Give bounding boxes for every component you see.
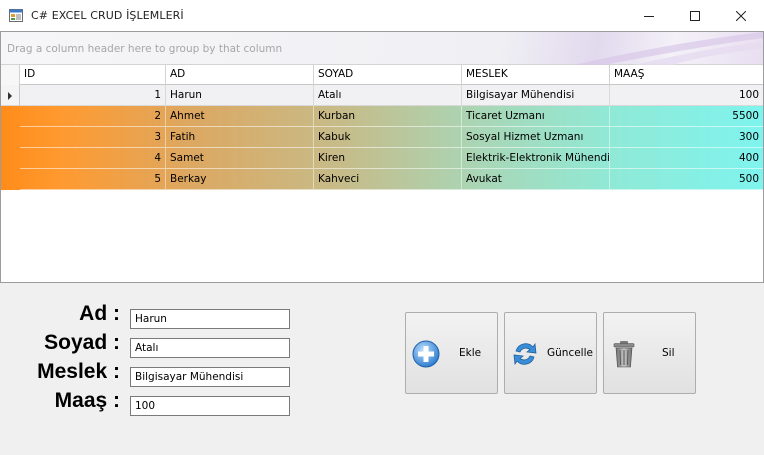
group-panel-hint: Drag a column header here to group by th… bbox=[7, 43, 283, 55]
cell-maas[interactable]: 400 bbox=[610, 148, 763, 169]
maximize-icon bbox=[690, 10, 700, 21]
column-header-soyad[interactable]: SOYAD bbox=[314, 65, 462, 85]
cell-maas[interactable]: 5500 bbox=[610, 106, 763, 127]
decorative-swoosh-icon bbox=[573, 32, 763, 65]
cell-soyad[interactable]: Kabuk bbox=[314, 127, 462, 148]
add-button[interactable]: Ekle bbox=[405, 312, 498, 394]
close-button[interactable] bbox=[718, 0, 764, 31]
group-by-panel[interactable]: Drag a column header here to group by th… bbox=[1, 32, 763, 65]
table-row[interactable]: 4 Samet Kiren Elektrik-Elektronik Mühend… bbox=[1, 148, 763, 169]
cell-maas[interactable]: 100 bbox=[610, 85, 763, 106]
label-maas: Maaş : bbox=[54, 389, 120, 412]
cell-soyad[interactable]: Kiren bbox=[314, 148, 462, 169]
cell-ad[interactable]: Ahmet bbox=[166, 106, 314, 127]
cell-meslek[interactable]: Sosyal Hizmet Uzmanı bbox=[462, 127, 610, 148]
cell-soyad[interactable]: Kurban bbox=[314, 106, 462, 127]
row-header[interactable] bbox=[1, 85, 20, 106]
cell-meslek[interactable]: Elektrik-Elektronik Mühendisi bbox=[462, 148, 610, 169]
cell-maas[interactable]: 300 bbox=[610, 127, 763, 148]
cell-id[interactable]: 3 bbox=[20, 127, 166, 148]
table-row[interactable]: 1 Harun Atalı Bilgisayar Mühendisi 100 bbox=[1, 85, 763, 106]
add-button-label: Ekle bbox=[459, 347, 482, 359]
meslek-field[interactable] bbox=[130, 367, 290, 387]
column-header-maas[interactable]: MAAŞ bbox=[610, 65, 763, 85]
cell-maas[interactable]: 500 bbox=[610, 169, 763, 190]
cell-id[interactable]: 2 bbox=[20, 106, 166, 127]
cell-soyad[interactable]: Kahveci bbox=[314, 169, 462, 190]
maximize-button[interactable] bbox=[672, 0, 718, 31]
label-ad: Ad : bbox=[79, 302, 120, 325]
column-header-meslek[interactable]: MESLEK bbox=[462, 65, 610, 85]
row-header-corner bbox=[1, 65, 20, 85]
cell-ad[interactable]: Harun bbox=[166, 85, 314, 106]
column-header-ad[interactable]: AD bbox=[166, 65, 314, 85]
maas-field[interactable] bbox=[130, 396, 290, 416]
add-plus-icon bbox=[412, 340, 440, 368]
cell-ad[interactable]: Fatih bbox=[166, 127, 314, 148]
column-header-id[interactable]: ID bbox=[20, 65, 166, 85]
cell-ad[interactable]: Berkay bbox=[166, 169, 314, 190]
table-row[interactable]: 5 Berkay Kahveci Avukat 500 bbox=[1, 169, 763, 190]
minimize-button[interactable] bbox=[626, 0, 672, 31]
table-row[interactable]: 3 Fatih Kabuk Sosyal Hizmet Uzmanı 300 bbox=[1, 127, 763, 148]
trash-icon bbox=[613, 341, 635, 368]
soyad-field[interactable] bbox=[130, 338, 290, 358]
ad-field[interactable] bbox=[130, 309, 290, 329]
data-grid[interactable]: Drag a column header here to group by th… bbox=[0, 31, 764, 283]
delete-button[interactable]: Sil bbox=[603, 312, 696, 394]
close-icon bbox=[736, 10, 746, 21]
title-bar: C# EXCEL CRUD İŞLEMLERİ bbox=[0, 0, 764, 31]
edit-panel: Ad : Soyad : Meslek : Maaş : Ekle Güncel… bbox=[0, 283, 764, 455]
cell-id[interactable]: 1 bbox=[20, 85, 166, 106]
cell-id[interactable]: 4 bbox=[20, 148, 166, 169]
cell-meslek[interactable]: Avukat bbox=[462, 169, 610, 190]
update-button-label: Güncelle bbox=[547, 347, 593, 359]
table-row[interactable]: 2 Ahmet Kurban Ticaret Uzmanı 5500 bbox=[1, 106, 763, 127]
delete-button-label: Sil bbox=[662, 347, 675, 359]
label-soyad: Soyad : bbox=[44, 331, 120, 354]
update-button[interactable]: Güncelle bbox=[504, 312, 597, 394]
cell-ad[interactable]: Samet bbox=[166, 148, 314, 169]
column-header-row: ID AD SOYAD MESLEK MAAŞ bbox=[1, 65, 763, 85]
label-meslek: Meslek : bbox=[37, 360, 120, 383]
current-row-arrow-icon bbox=[8, 92, 12, 100]
cell-id[interactable]: 5 bbox=[20, 169, 166, 190]
cell-meslek[interactable]: Ticaret Uzmanı bbox=[462, 106, 610, 127]
minimize-icon bbox=[644, 15, 654, 17]
cell-soyad[interactable]: Atalı bbox=[314, 85, 462, 106]
window-title: C# EXCEL CRUD İŞLEMLERİ bbox=[31, 9, 184, 22]
refresh-icon bbox=[513, 342, 537, 366]
app-icon bbox=[9, 9, 23, 22]
cell-meslek[interactable]: Bilgisayar Mühendisi bbox=[462, 85, 610, 106]
